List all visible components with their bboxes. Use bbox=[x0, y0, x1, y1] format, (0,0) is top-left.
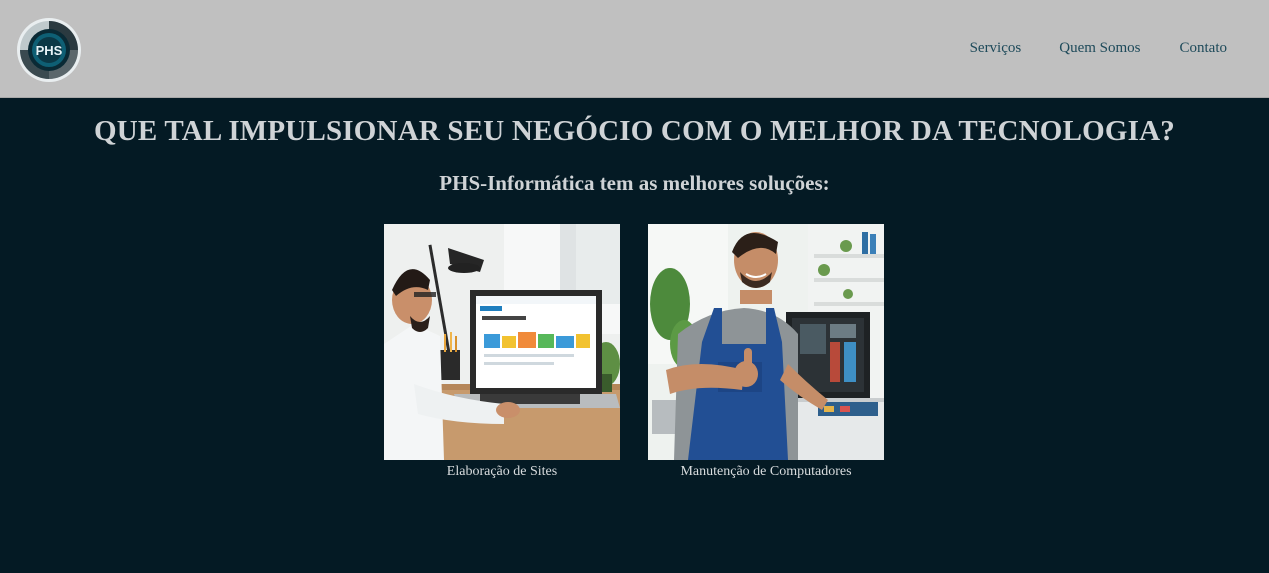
web-developer-image[interactable] bbox=[384, 224, 620, 460]
service-card-sites[interactable]: Elaboração de Sites bbox=[384, 224, 620, 480]
phs-logo[interactable]: PHS bbox=[16, 17, 82, 83]
technician-image[interactable] bbox=[648, 224, 884, 460]
hero-headline: QUE TAL IMPULSIONAR SEU NEGÓCIO COM O ME… bbox=[94, 115, 1175, 147]
main-nav: Serviços Quem Somos Contato bbox=[970, 0, 1269, 97]
nav-link-servicos[interactable]: Serviços bbox=[970, 40, 1022, 57]
nav-link-contato[interactable]: Contato bbox=[1180, 40, 1228, 57]
page: PHS Serviços Quem Somos Contato QUE TAL … bbox=[0, 0, 1269, 573]
hero-subheadline: PHS-Informática tem as melhores soluções… bbox=[439, 171, 830, 195]
nav-link-quem-somos[interactable]: Quem Somos bbox=[1059, 40, 1140, 57]
service-caption-manutencao: Manutenção de Computadores bbox=[680, 464, 852, 479]
svg-text:PHS: PHS bbox=[36, 43, 63, 58]
service-card-manutencao[interactable]: Manutenção de Computadores bbox=[648, 224, 884, 480]
service-caption-sites: Elaboração de Sites bbox=[446, 464, 558, 479]
site-header: PHS Serviços Quem Somos Contato bbox=[0, 0, 1269, 98]
